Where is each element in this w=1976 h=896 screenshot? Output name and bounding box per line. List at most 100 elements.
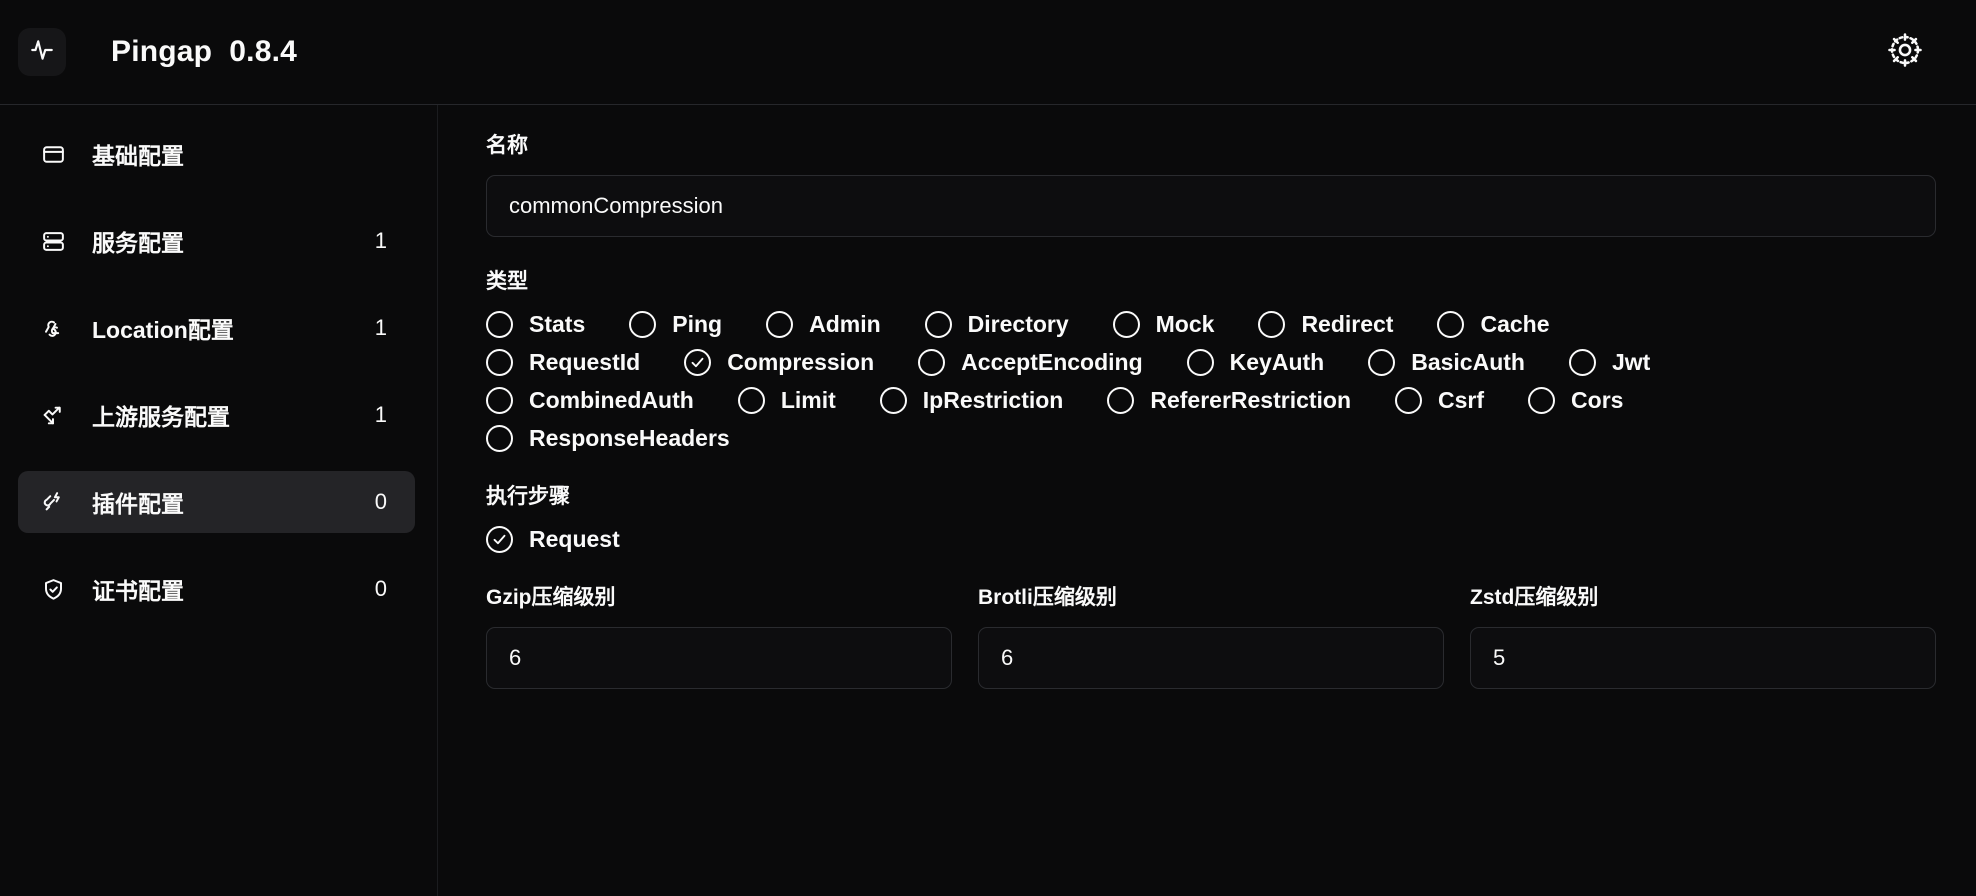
radio-option-ping[interactable]: Ping	[629, 311, 722, 338]
radio-option-cors[interactable]: Cors	[1528, 387, 1623, 414]
radio-option-label: Mock	[1155, 311, 1215, 337]
sidebar-item-certificate-config[interactable]: 证书配置 0	[18, 558, 415, 620]
shield-check-icon	[40, 576, 66, 602]
sidebar-item-basic-config[interactable]: 基础配置	[18, 123, 415, 185]
radio-option-label: ResponseHeaders	[529, 425, 730, 451]
type-radio-row: Stats Ping Admin Directory Mock Redirect Cache	[486, 311, 1936, 338]
sidebar-item-location-config[interactable]: Location配置 1	[18, 297, 415, 359]
radio-option-label: Limit	[780, 387, 836, 413]
sidebar-item-label: 服务配置	[92, 230, 184, 256]
radio-option-mock[interactable]: Mock	[1112, 311, 1215, 338]
name-section: 名称	[486, 129, 1936, 237]
radio-circle-icon	[879, 387, 907, 414]
plug-zap-icon	[40, 489, 66, 515]
radio-option-keyauth[interactable]: KeyAuth	[1186, 349, 1325, 376]
activity-pulse-icon	[29, 37, 55, 68]
radio-option-label: Compression	[727, 349, 875, 375]
sidebar-item-label: Location配置	[92, 317, 234, 343]
radio-option-label: Cache	[1480, 311, 1550, 337]
radio-option-acceptencoding[interactable]: AcceptEncoding	[918, 349, 1143, 376]
radio-option-label: Admin	[809, 311, 881, 337]
radio-option-label: CombinedAuth	[529, 387, 694, 413]
radio-option-basicauth[interactable]: BasicAuth	[1368, 349, 1525, 376]
sidebar-item-upstream-config[interactable]: 上游服务配置 1	[18, 384, 415, 446]
compression-level-input[interactable]	[486, 627, 952, 689]
radio-option-label: Ping	[672, 311, 723, 337]
app-body: 基础配置 服务配置 1 Location配置 1 上游服务配置 1 插件配置 0…	[0, 105, 1976, 896]
sidebar-item-service-config[interactable]: 服务配置 1	[18, 210, 415, 272]
sidebar: 基础配置 服务配置 1 Location配置 1 上游服务配置 1 插件配置 0…	[0, 105, 438, 896]
radio-circle-icon	[1528, 387, 1556, 414]
sidebar-item-badge: 1	[374, 402, 387, 427]
radio-circle-icon	[486, 349, 513, 376]
radio-option-combinedauth[interactable]: CombinedAuth	[486, 387, 694, 414]
webhook-icon	[40, 315, 66, 341]
type-label: 类型	[486, 270, 528, 293]
sidebar-item-label: 证书配置	[92, 578, 184, 604]
step-section: 执行步骤 Request	[486, 480, 1936, 553]
compression-level-label: Zstd压缩级别	[1470, 586, 1599, 609]
radio-option-jwt[interactable]: Jwt	[1568, 349, 1650, 376]
settings-button[interactable]	[1879, 26, 1931, 78]
sidebar-item-label: 插件配置	[92, 491, 184, 517]
sidebar-item-badge: 1	[374, 228, 387, 253]
name-input[interactable]	[486, 175, 1936, 237]
radio-option-label: AcceptEncoding	[961, 349, 1143, 375]
radio-option-label: RequestId	[529, 349, 641, 375]
radio-option-limit[interactable]: Limit	[737, 387, 836, 414]
radio-circle-icon	[629, 311, 657, 338]
radio-circle-icon	[1437, 311, 1465, 338]
radio-circle-icon	[1186, 349, 1214, 376]
compression-levels: Gzip压缩级别 Brotli压缩级别 Zstd压缩级别	[486, 581, 1936, 689]
compression-level-label: Gzip压缩级别	[486, 586, 616, 609]
sidebar-item-badge: 0	[374, 489, 387, 514]
radio-circle-icon	[737, 387, 765, 414]
compression-level-input[interactable]	[1470, 627, 1936, 689]
type-radio-row: ResponseHeaders	[486, 425, 1936, 452]
radio-circle-icon	[1107, 387, 1135, 414]
radio-option-stats[interactable]: Stats	[486, 311, 585, 338]
radio-option-directory[interactable]: Directory	[924, 311, 1069, 338]
radio-circle-icon	[486, 425, 513, 452]
radio-option-label: BasicAuth	[1411, 349, 1525, 375]
radio-option-label: Csrf	[1438, 387, 1485, 413]
radio-circle-icon	[486, 387, 513, 414]
radio-option-redirect[interactable]: Redirect	[1258, 311, 1393, 338]
compression-level-column: Zstd压缩级别	[1470, 581, 1936, 689]
radio-option-csrf[interactable]: Csrf	[1395, 387, 1484, 414]
radio-option-label: Request	[529, 526, 620, 552]
window-icon	[40, 141, 66, 167]
type-radio-row: RequestId Compression AcceptEncoding KeyAut…	[486, 349, 1936, 376]
radio-circle-icon	[1258, 311, 1286, 338]
radio-option-label: Cors	[1571, 387, 1624, 413]
radio-option-iprestriction[interactable]: IpRestriction	[879, 387, 1064, 414]
server-icon	[40, 228, 66, 254]
sidebar-item-label: 基础配置	[92, 143, 184, 169]
sidebar-item-plugin-config[interactable]: 插件配置 0	[18, 471, 415, 533]
radio-option-label: Redirect	[1301, 311, 1394, 337]
sidebar-item-label: 上游服务配置	[92, 404, 230, 430]
radio-option-refererrestriction[interactable]: RefererRestriction	[1107, 387, 1351, 414]
step-radio-row: Request	[486, 526, 1936, 553]
radio-option-label: KeyAuth	[1229, 349, 1325, 375]
step-radio-group: Request	[486, 526, 1936, 553]
radio-circle-icon	[1112, 311, 1140, 338]
radio-option-admin[interactable]: Admin	[766, 311, 881, 338]
radio-option-compression[interactable]: Compression	[684, 349, 874, 376]
main-content: 名称 类型 Stats Ping Admin Directory Mock Redirec…	[438, 105, 1976, 896]
radio-option-responseheaders[interactable]: ResponseHeaders	[486, 425, 730, 452]
compression-level-input[interactable]	[978, 627, 1444, 689]
radio-circle-icon	[924, 311, 952, 338]
check-circle-icon	[684, 349, 712, 376]
radio-circle-icon	[486, 311, 513, 338]
compression-level-column: Gzip压缩级别	[486, 581, 952, 689]
radio-option-cache[interactable]: Cache	[1437, 311, 1550, 338]
radio-circle-icon	[918, 349, 946, 376]
radio-option-request[interactable]: Request	[486, 526, 620, 553]
page-title: Pingap 0.8.4	[111, 35, 297, 68]
radio-option-label: IpRestriction	[922, 387, 1064, 413]
network-trend-icon	[40, 402, 66, 428]
radio-option-label: Directory	[967, 311, 1069, 337]
radio-option-requestid[interactable]: RequestId	[486, 349, 640, 376]
app-root: Pingap 0.8.4 基础配置 服务配置 1 Location配置 1 上游…	[0, 0, 1976, 896]
